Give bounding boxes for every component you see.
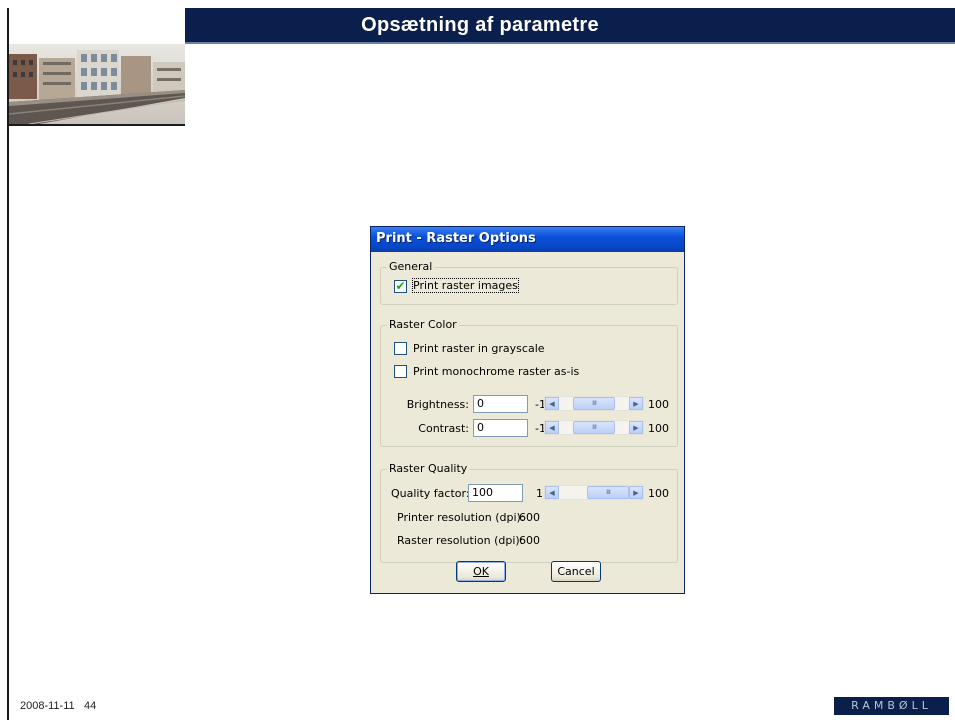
dialog-body: General ✔ Print raster images Raster Col…: [374, 252, 681, 590]
print-raster-images-label[interactable]: Print raster images: [412, 278, 519, 293]
raster-resolution-value: 600: [519, 534, 540, 547]
slide-title-bar: Opsætning af parametre: [185, 8, 955, 42]
slide-title-rule: [185, 42, 955, 44]
contrast-input[interactable]: 0: [473, 419, 528, 437]
monochrome-checkbox[interactable]: [394, 365, 407, 378]
general-group: General ✔ Print raster images: [380, 260, 678, 305]
slide-title: Opsætning af parametre: [361, 14, 599, 36]
cancel-button[interactable]: Cancel: [551, 561, 601, 582]
company-logo: RAMBØLL: [834, 697, 949, 715]
quality-factor-label: Quality factor:: [391, 487, 470, 500]
arrow-right-icon[interactable]: ▶: [629, 486, 643, 499]
raster-color-group: Raster Color Print raster in grayscale P…: [380, 318, 678, 447]
quality-factor-slider[interactable]: ◀ IIIII ▶: [544, 485, 644, 500]
raster-color-legend: Raster Color: [387, 318, 459, 331]
quality-factor-min-label: 1: [536, 487, 543, 500]
brightness-slider-thumb[interactable]: IIIII: [573, 397, 615, 410]
grayscale-label[interactable]: Print raster in grayscale: [413, 342, 545, 355]
arrow-right-icon[interactable]: ▶: [629, 397, 643, 410]
brightness-label: Brightness:: [406, 398, 469, 411]
raster-quality-legend: Raster Quality: [387, 462, 470, 475]
grayscale-checkbox[interactable]: [394, 342, 407, 355]
checkmark-icon: ✔: [395, 279, 406, 293]
quality-factor-input[interactable]: 100: [468, 484, 523, 502]
brightness-input[interactable]: 0: [473, 395, 528, 413]
raster-resolution-label: Raster resolution (dpi):: [397, 534, 524, 547]
arrow-left-icon[interactable]: ◀: [545, 397, 559, 410]
contrast-max-label: 100: [648, 422, 669, 435]
footer-page-number: 44: [84, 700, 97, 712]
header-photo-rule: [9, 124, 185, 126]
printer-resolution-value: 600: [519, 511, 540, 524]
raster-quality-group: Raster Quality Quality factor: 100 1 ◀ I…: [380, 462, 678, 563]
contrast-slider-thumb[interactable]: IIIII: [573, 421, 615, 434]
contrast-slider[interactable]: ◀ IIIII ▶: [544, 420, 644, 435]
contrast-label: Contrast:: [418, 422, 469, 435]
monochrome-label[interactable]: Print monochrome raster as-is: [413, 365, 579, 378]
dialog-title: Print - Raster Options: [376, 231, 536, 246]
header-photo: [9, 44, 185, 124]
arrow-right-icon[interactable]: ▶: [629, 421, 643, 434]
brightness-slider[interactable]: ◀ IIIII ▶: [544, 396, 644, 411]
arrow-left-icon[interactable]: ◀: [545, 486, 559, 499]
general-legend: General: [387, 260, 435, 273]
footer-date: 2008-11-11: [20, 700, 75, 712]
print-raster-images-checkbox[interactable]: ✔: [394, 279, 407, 293]
arrow-left-icon[interactable]: ◀: [545, 421, 559, 434]
quality-factor-max-label: 100: [648, 487, 669, 500]
ok-button[interactable]: OK: [456, 561, 506, 582]
raster-options-dialog: Print - Raster Options General ✔ Print r…: [370, 226, 685, 594]
brightness-max-label: 100: [648, 398, 669, 411]
printer-resolution-label: Printer resolution (dpi):: [397, 511, 525, 524]
dialog-title-bar[interactable]: Print - Raster Options: [371, 227, 684, 252]
quality-factor-slider-thumb[interactable]: IIIII: [587, 486, 629, 499]
